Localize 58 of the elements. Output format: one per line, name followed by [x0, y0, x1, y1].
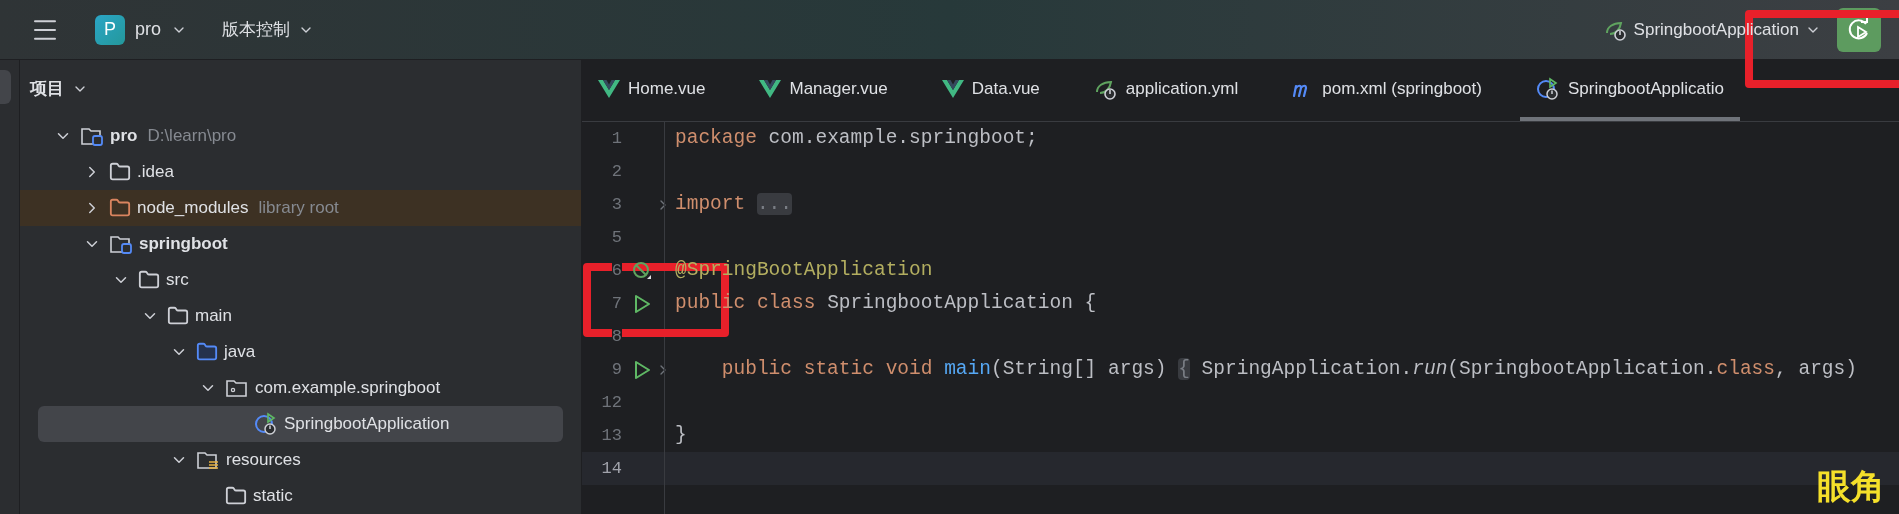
tree-item-label: java	[224, 341, 256, 364]
tree-item[interactable]: static	[20, 478, 581, 514]
vue-icon	[759, 79, 782, 98]
tree-item-label: springboot	[139, 233, 228, 256]
tree-item-label: SpringbootApplication	[284, 413, 450, 436]
tree-item-label: node_modules	[137, 197, 249, 220]
subtitle-caption: 眼角	[1817, 466, 1885, 507]
source-folder-icon	[196, 341, 218, 363]
package-icon	[225, 377, 249, 399]
folder-icon	[109, 161, 131, 183]
tree-item[interactable]: SpringbootApplication	[38, 406, 563, 442]
project-logo: P	[95, 14, 125, 45]
tree-item-label: src	[166, 269, 189, 292]
tree-item-label: pro	[110, 125, 138, 148]
run-icon[interactable]	[633, 359, 651, 380]
tree-item-label: .idea	[137, 161, 174, 184]
tree-item[interactable]: .idea	[20, 154, 581, 190]
project-selector[interactable]: P pro	[95, 14, 187, 45]
editor-tab[interactable]: Manager.vue	[743, 60, 904, 121]
editor-tab[interactable]: application.yml	[1077, 60, 1255, 121]
folder-icon	[138, 269, 160, 291]
tree-item-hint: D:\learn\pro	[147, 125, 237, 148]
vue-icon	[598, 79, 620, 98]
tree-item[interactable]: springboot	[20, 226, 581, 262]
tree-item-label: main	[195, 305, 232, 328]
tree-item-hint: library root	[258, 197, 339, 220]
tree-item[interactable]: main	[20, 298, 581, 334]
bean-icon[interactable]	[632, 260, 652, 281]
folder-icon	[225, 485, 247, 507]
folder-icon	[109, 197, 131, 219]
vcs-menu[interactable]: 版本控制	[222, 16, 314, 43]
editor-tab[interactable]: Home.vue	[582, 60, 722, 121]
code-text: import ...	[675, 191, 793, 217]
code-text: }	[675, 422, 687, 448]
class-icon	[1535, 76, 1560, 101]
line-number: 14	[600, 457, 622, 480]
editor-tab[interactable]: Data.vue	[925, 60, 1056, 121]
tree-item[interactable]: pro D:\learn\pro	[20, 118, 581, 154]
code-text: package com.example.springboot;	[675, 125, 1038, 151]
resources-folder-icon	[196, 449, 220, 471]
tree-item[interactable]: com.example.springboot	[20, 370, 581, 406]
project-view-selector[interactable]: 项目	[20, 60, 581, 118]
editor-tab[interactable]: pom.xml (springboot)	[1276, 60, 1498, 121]
tree-item-label: resources	[226, 449, 301, 472]
vue-icon	[941, 79, 964, 98]
tree-item-label: com.example.springboot	[255, 377, 441, 400]
folder-icon	[167, 305, 189, 327]
run-icon[interactable]	[633, 293, 651, 314]
tree-item[interactable]: resources	[20, 442, 581, 478]
class-icon	[254, 412, 278, 436]
code-text: public static void main(String[] args) { SpringApplication.run(SpringbootApplication.class, args)	[720, 356, 1857, 382]
editor-tab[interactable]: SpringbootApplicatio	[1519, 60, 1740, 121]
tree-item[interactable]: node_modules library root	[20, 190, 581, 226]
tree-item-label: static	[253, 485, 293, 508]
tree-item[interactable]: java	[20, 334, 581, 370]
tree-item[interactable]: src	[20, 262, 581, 298]
module-folder-icon	[109, 233, 133, 255]
module-folder-icon	[80, 125, 104, 147]
